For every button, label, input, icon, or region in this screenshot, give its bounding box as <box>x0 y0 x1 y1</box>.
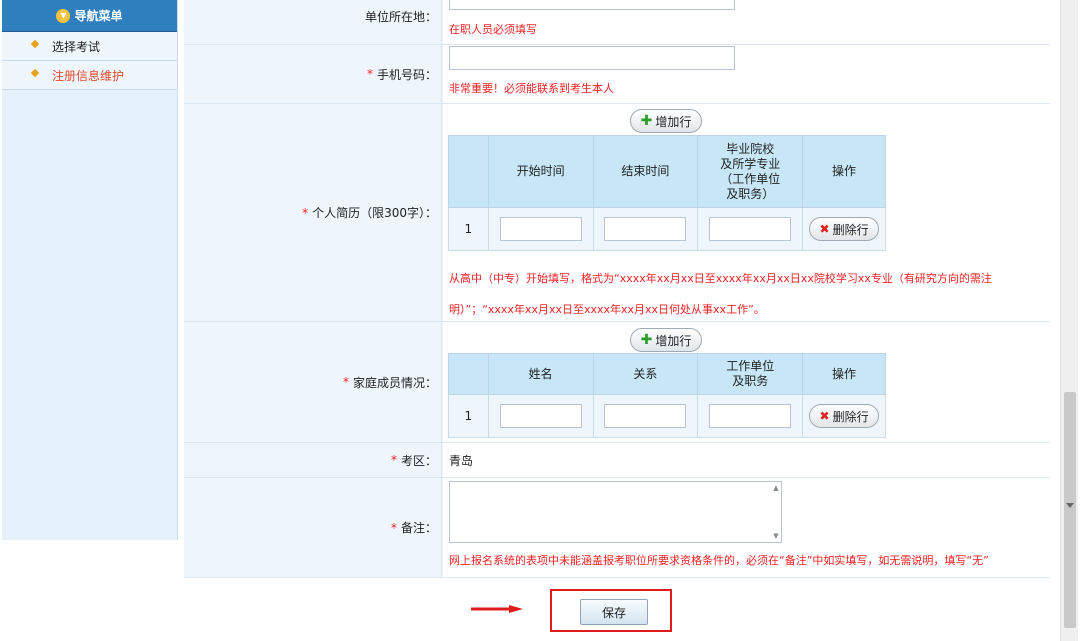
cell <box>487 394 594 438</box>
delete-icon: ✖ <box>819 409 830 423</box>
column-header: 结束时间 <box>592 135 699 208</box>
row-family: * 家庭成员情况： ✚ 增加行 姓名 关系 工作单位 及职务 操作 1 ✖ 删除… <box>184 322 1050 443</box>
registration-form: 单位所在地： 在职人员必须填写 * 手机号码： 非常重要！必须能联系到考生本人 … <box>184 0 1050 641</box>
cell <box>487 207 594 251</box>
value-unit-location: 在职人员必须填写 <box>443 0 1050 44</box>
value-resume: ✚ 增加行 开始时间 结束时间 毕业院校 及所学专业 （工作单位 及职务） 操作… <box>443 104 1050 321</box>
sidebar-item-select-exam[interactable]: 选择考试 <box>2 32 177 61</box>
diamond-bullet-icon <box>30 68 40 78</box>
delete-icon: ✖ <box>819 222 830 236</box>
unit-location-hint: 在职人员必须填写 <box>449 23 537 36</box>
resume-hint: 从高中（中专）开始填写，格式为“xxxx年xx月xx日至xxxx年xx月xx日x… <box>449 272 992 316</box>
scroll-up-icon[interactable]: ▲ <box>773 484 778 492</box>
column-header: 操作 <box>802 353 886 395</box>
start-time-input[interactable] <box>499 217 582 241</box>
family-delete-row-button[interactable]: ✖ 删除行 <box>809 404 880 428</box>
value-family: ✚ 增加行 姓名 关系 工作单位 及职务 操作 1 ✖ 删除行 <box>443 322 1050 442</box>
label-remark: * 备注： <box>184 478 442 577</box>
cell: ✖ 删除行 <box>802 394 886 438</box>
family-table-header: 姓名 关系 工作单位 及职务 操作 <box>448 353 886 395</box>
nav-header: ▼ 导航菜单 <box>2 0 177 32</box>
row-resume: * 个人简历（限300字）： ✚ 增加行 开始时间 结束时间 毕业院校 及所学专… <box>184 104 1050 322</box>
cell: ✖ 删除行 <box>802 207 886 251</box>
cell <box>697 394 804 438</box>
plus-icon: ✚ <box>640 113 653 129</box>
family-add-row-button[interactable]: ✚ 增加行 <box>630 328 702 352</box>
label-exam-area: * 考区： <box>184 443 442 477</box>
arrow-right-icon <box>471 605 523 613</box>
resume-table: 开始时间 结束时间 毕业院校 及所学专业 （工作单位 及职务） 操作 1 ✖ 删… <box>448 135 886 251</box>
exam-area-value: 青岛 <box>449 453 474 468</box>
school-major-input[interactable] <box>709 217 792 241</box>
label-phone: * 手机号码： <box>184 45 442 103</box>
relation-input[interactable] <box>604 404 687 428</box>
cell <box>592 394 699 438</box>
column-header <box>448 353 489 395</box>
column-header: 关系 <box>592 353 699 395</box>
row-exam-area: * 考区： 青岛 <box>184 443 1050 478</box>
phone-hint: 非常重要！必须能联系到考生本人 <box>449 82 614 95</box>
work-unit-input[interactable] <box>709 404 792 428</box>
sidebar: ▼ 导航菜单 选择考试 注册信息维护 <box>2 0 178 540</box>
scroll-down-icon[interactable] <box>1066 503 1074 508</box>
row-index: 1 <box>448 207 489 251</box>
sidebar-item-label: 注册信息维护 <box>52 68 125 83</box>
value-phone: 非常重要！必须能联系到考生本人 <box>443 45 1050 103</box>
value-remark: ▲ ▼ 网上报名系统的表项中未能涵盖报考职位所要求资格条件的，必须在“备注”中如… <box>443 478 1050 577</box>
save-area: 保存 <box>184 578 1050 641</box>
sidebar-item-registration-info[interactable]: 注册信息维护 <box>2 61 177 90</box>
row-phone: * 手机号码： 非常重要！必须能联系到考生本人 <box>184 45 1050 104</box>
save-button[interactable]: 保存 <box>580 599 648 625</box>
diamond-bullet-icon <box>30 39 40 49</box>
column-header: 操作 <box>802 135 886 208</box>
label-family: * 家庭成员情况： <box>184 322 442 442</box>
remark-textarea-wrap: ▲ ▼ <box>449 481 782 543</box>
textarea-scrollbar[interactable]: ▲ ▼ <box>770 481 782 543</box>
row-unit-location: 单位所在地： 在职人员必须填写 <box>184 0 1050 45</box>
unit-location-input[interactable] <box>449 0 735 10</box>
nav-header-title: 导航菜单 <box>74 9 123 23</box>
name-input[interactable] <box>499 404 582 428</box>
column-header: 姓名 <box>487 353 594 395</box>
row-remark: * 备注： ▲ ▼ 网上报名系统的表项中未能涵盖报考职位所要求资格条件的，必须在… <box>184 478 1050 578</box>
table-row: 1 ✖ 删除行 <box>448 207 886 251</box>
column-header: 毕业院校 及所学专业 （工作单位 及职务） <box>697 135 804 208</box>
remark-hint: 网上报名系统的表项中未能涵盖报考职位所要求资格条件的，必须在“备注”中如实填写，… <box>449 554 989 567</box>
cell <box>697 207 804 251</box>
end-time-input[interactable] <box>604 217 687 241</box>
label-unit-location: 单位所在地： <box>184 0 442 44</box>
save-highlight-box: 保存 <box>550 589 672 632</box>
table-row: 1 ✖ 删除行 <box>448 394 886 438</box>
cell <box>592 207 699 251</box>
resume-add-row-button[interactable]: ✚ 增加行 <box>630 109 702 133</box>
scrollbar-thumb[interactable] <box>1064 392 1076 628</box>
sidebar-item-label: 选择考试 <box>52 39 101 54</box>
resume-delete-row-button[interactable]: ✖ 删除行 <box>809 217 880 241</box>
column-header: 工作单位 及职务 <box>697 353 804 395</box>
label-resume: * 个人简历（限300字）： <box>184 104 442 321</box>
remark-textarea[interactable] <box>449 481 782 543</box>
plus-icon: ✚ <box>640 332 653 348</box>
resume-table-header: 开始时间 结束时间 毕业院校 及所学专业 （工作单位 及职务） 操作 <box>448 135 886 208</box>
chevron-down-icon: ▼ <box>56 8 71 23</box>
column-header <box>448 135 489 208</box>
row-index: 1 <box>448 394 489 438</box>
phone-input[interactable] <box>449 46 735 70</box>
column-header: 开始时间 <box>487 135 594 208</box>
value-exam-area: 青岛 <box>443 443 1050 477</box>
scroll-down-icon[interactable]: ▼ <box>773 532 778 540</box>
page-scrollbar[interactable] <box>1060 0 1078 641</box>
family-table: 姓名 关系 工作单位 及职务 操作 1 ✖ 删除行 <box>448 353 886 438</box>
